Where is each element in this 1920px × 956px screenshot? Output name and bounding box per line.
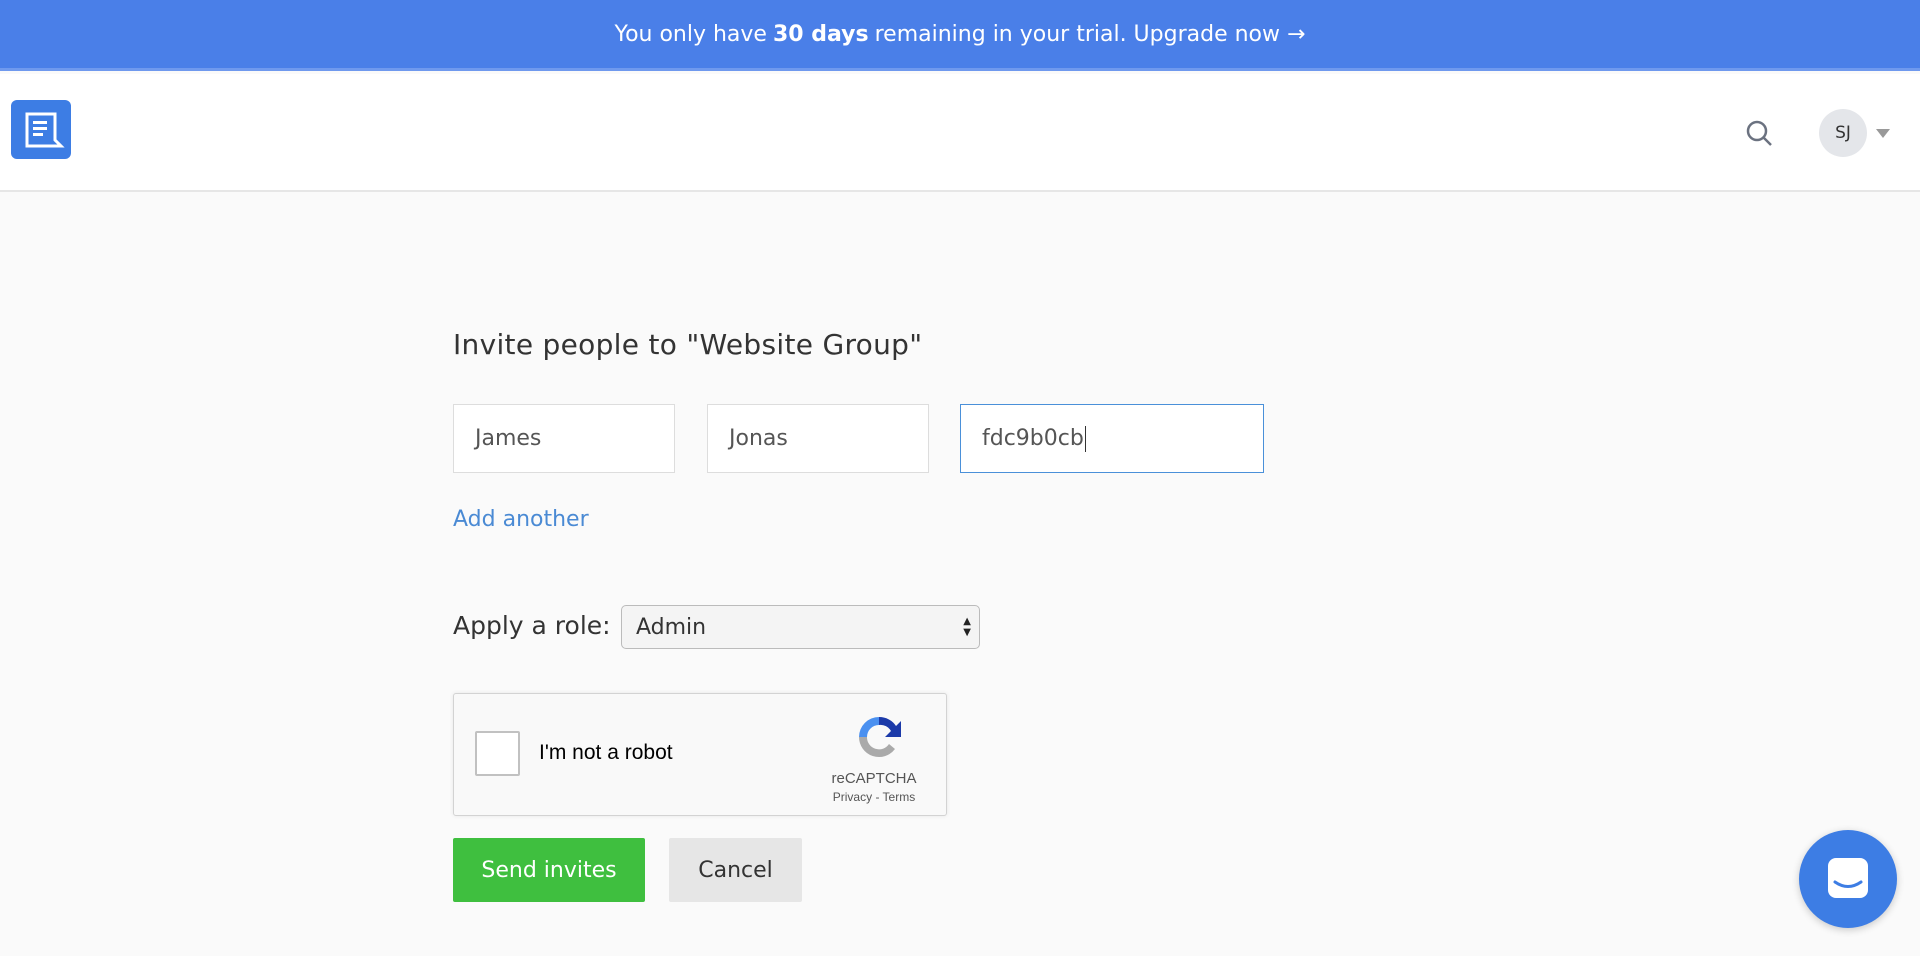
- page-title: Invite people to "Website Group": [453, 328, 923, 361]
- caret-down-icon[interactable]: [1876, 129, 1890, 138]
- add-another-link[interactable]: Add another: [453, 507, 589, 532]
- email-input[interactable]: fdc9b0cb: [960, 404, 1264, 473]
- select-arrows-icon: ▲ ▼: [963, 616, 971, 638]
- recaptcha-logo-icon: [854, 712, 904, 762]
- first-name-input[interactable]: James: [453, 404, 675, 473]
- role-label: Apply a role:: [453, 611, 611, 640]
- text-cursor: [1084, 425, 1086, 452]
- trial-banner[interactable]: You only have 30 days remaining in your …: [0, 0, 1920, 71]
- top-header: SJ: [0, 74, 1920, 192]
- search-icon[interactable]: [1744, 118, 1774, 148]
- avatar[interactable]: SJ: [1819, 109, 1867, 157]
- recaptcha-widget: I'm not a robot reCAPTCHA Privacy - Term…: [453, 693, 947, 816]
- captcha-terms-link[interactable]: Privacy - Terms: [809, 790, 939, 804]
- cancel-button[interactable]: Cancel: [669, 838, 802, 902]
- chat-launcher-icon[interactable]: [1799, 830, 1897, 928]
- send-invites-button[interactable]: Send invites: [453, 838, 645, 902]
- input-value: fdc9b0cb: [982, 426, 1084, 451]
- captcha-label: I'm not a robot: [539, 741, 673, 764]
- banner-days: 30 days: [772, 21, 869, 47]
- captcha-checkbox[interactable]: [475, 731, 520, 776]
- last-name-input[interactable]: Jonas: [707, 404, 929, 473]
- app-logo-icon[interactable]: [11, 100, 71, 159]
- banner-upgrade-link[interactable]: remaining in your trial. Upgrade now →: [875, 22, 1306, 47]
- role-value: Admin: [636, 614, 707, 640]
- captcha-brand: reCAPTCHA: [831, 770, 917, 787]
- input-value: Jonas: [729, 426, 788, 451]
- input-value: James: [475, 426, 542, 451]
- avatar-initials: SJ: [1835, 123, 1851, 143]
- role-select[interactable]: Admin ▲ ▼: [621, 605, 980, 649]
- banner-prefix: You only have: [614, 21, 767, 47]
